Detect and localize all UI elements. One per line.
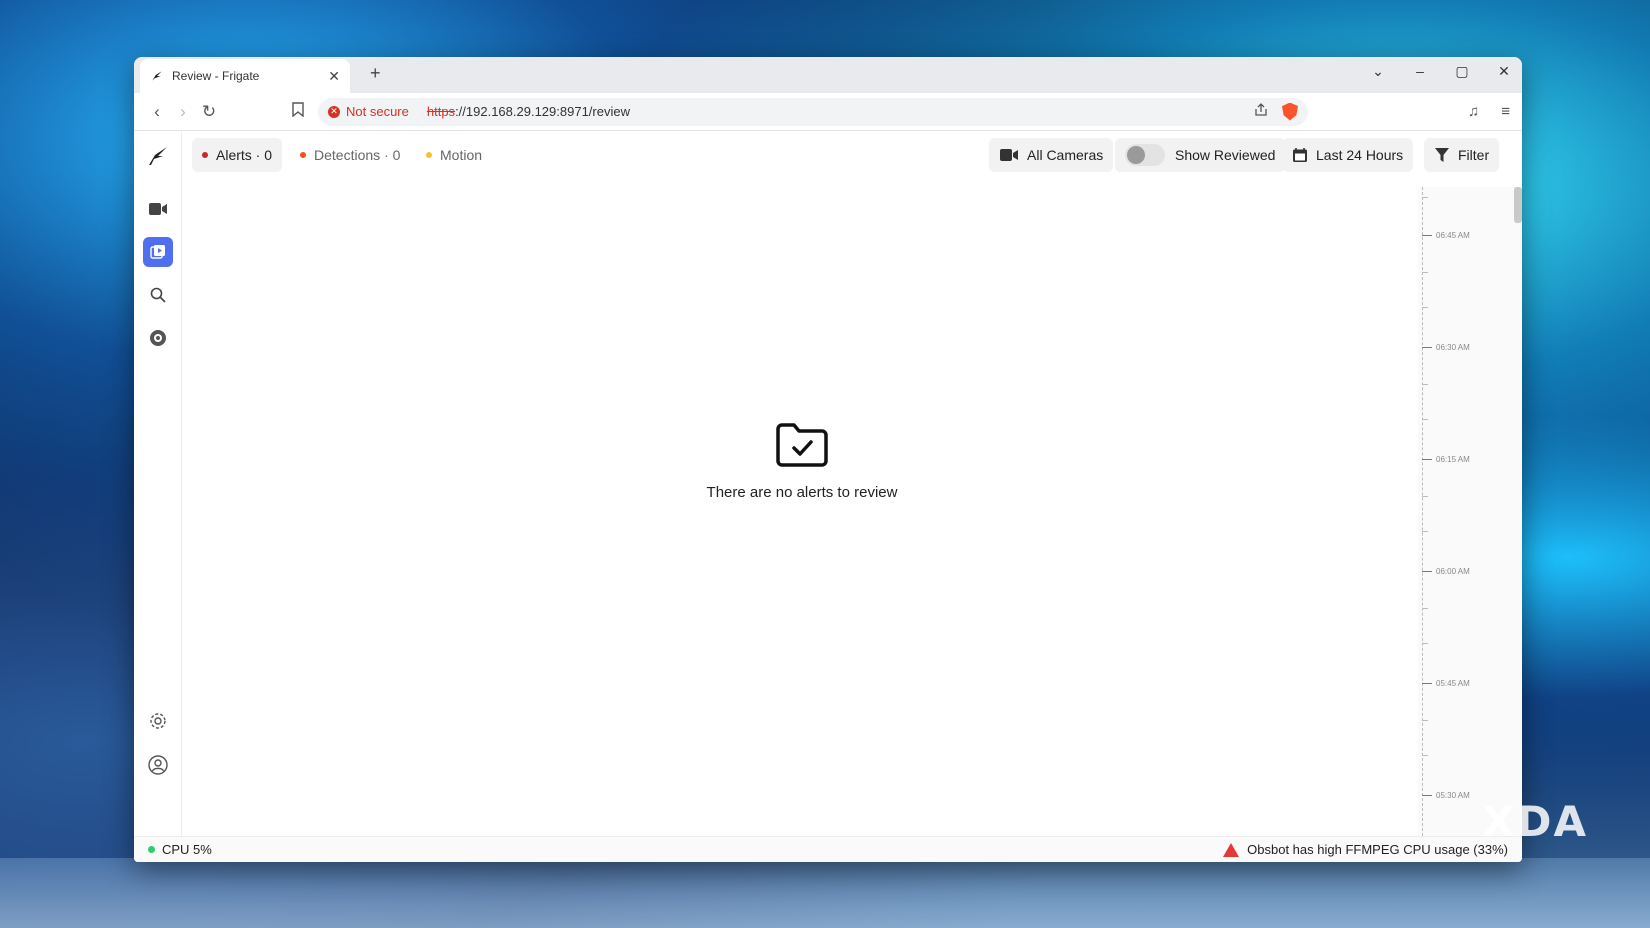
timeline-tick	[1422, 755, 1428, 756]
show-reviewed-toggle[interactable]: Show Reviewed	[1115, 138, 1286, 172]
close-tab-icon[interactable]: ✕	[328, 68, 340, 85]
media-icon[interactable]: ♫	[1468, 103, 1479, 120]
timeline-label: 06:00 AM	[1422, 567, 1470, 576]
review-toolbar: Alerts · 0 Detections · 0 Motion All Cam…	[182, 138, 1522, 174]
url-path: ://192.168.29.129:8971/review	[455, 104, 630, 119]
nav-review-icon[interactable]	[143, 237, 173, 267]
empty-state: There are no alerts to review	[182, 421, 1422, 501]
wallpaper	[0, 858, 1650, 928]
detections-label: Detections · 0	[314, 147, 401, 163]
timeline-tick	[1422, 531, 1428, 532]
timeline-tick	[1422, 307, 1428, 308]
date-range-label: Last 24 Hours	[1316, 147, 1404, 163]
timeline-label: 05:45 AM	[1422, 679, 1470, 688]
date-range-button[interactable]: Last 24 Hours	[1282, 138, 1414, 172]
camera-icon	[1000, 149, 1018, 161]
tab-detections[interactable]: Detections · 0	[290, 138, 410, 172]
timeline-tick	[1422, 197, 1428, 198]
cpu-warning[interactable]: Obsbot has high FFMPEG CPU usage (33%)	[1223, 842, 1508, 857]
toolbar-right: ♫ ≡	[1468, 103, 1510, 120]
xda-watermark: XDA	[1482, 797, 1588, 846]
nav-search-icon[interactable]	[143, 280, 173, 310]
timeline-tick	[1422, 419, 1428, 420]
close-window-icon[interactable]: ✕	[1496, 63, 1512, 80]
browser-toolbar: ‹ › ↻ ✕ Not secure https ://192.168.29.1…	[134, 93, 1522, 131]
timeline-tick	[1422, 272, 1428, 273]
warning-icon	[1223, 842, 1240, 857]
filter-button[interactable]: Filter	[1424, 138, 1500, 172]
nav-live-camera-icon[interactable]	[143, 194, 173, 224]
nav-explore-icon[interactable]	[143, 323, 173, 353]
timeline-tick	[1422, 643, 1428, 644]
timeline-label: 05:30 AM	[1422, 791, 1470, 800]
maximize-icon[interactable]: ▢	[1454, 63, 1470, 80]
motion-dot	[426, 152, 432, 158]
frigate-logo-icon[interactable]	[143, 141, 173, 171]
not-secure-icon: ✕	[328, 105, 340, 118]
bookmark-icon[interactable]	[292, 102, 304, 121]
motion-label: Motion	[440, 147, 483, 163]
tab-motion[interactable]: Motion	[416, 138, 492, 172]
empty-state-text: There are no alerts to review	[706, 484, 898, 501]
tab-review-frigate[interactable]: Review - Frigate ✕	[140, 59, 350, 93]
tab-search-icon[interactable]: ⌄	[1370, 63, 1386, 80]
reload-icon[interactable]: ↻	[196, 102, 222, 122]
account-icon[interactable]	[143, 750, 173, 780]
timeline-scrollbar[interactable]	[1514, 187, 1522, 223]
timeline-tick	[1422, 496, 1428, 497]
timeline-tick	[1422, 608, 1428, 609]
detections-dot	[300, 152, 306, 158]
frigate-favicon-icon	[152, 71, 162, 81]
timeline-tick	[1422, 384, 1428, 385]
filter-label: Filter	[1458, 147, 1490, 163]
tab-strip: Review - Frigate ✕ + ⌄ – ▢ ✕	[134, 57, 1522, 93]
timeline-label: 06:15 AM	[1422, 455, 1470, 464]
folder-check-icon	[776, 423, 828, 467]
all-cameras-label: All Cameras	[1027, 147, 1104, 163]
cpu-label: CPU 5%	[162, 842, 212, 857]
new-tab-button[interactable]: +	[370, 63, 381, 84]
main-content: Alerts · 0 Detections · 0 Motion All Cam…	[182, 131, 1522, 862]
brave-shield-icon[interactable]	[1282, 102, 1298, 121]
tab-title: Review - Frigate	[172, 69, 260, 83]
filter-icon	[1435, 148, 1449, 162]
timeline-label: 06:30 AM	[1422, 343, 1470, 352]
frigate-app: Alerts · 0 Detections · 0 Motion All Cam…	[134, 131, 1522, 862]
status-bar: CPU 5% Obsbot has high FFMPEG CPU usage …	[134, 836, 1522, 862]
show-reviewed-label: Show Reviewed	[1175, 147, 1276, 163]
calendar-icon	[1293, 148, 1307, 162]
timeline-label: 06:45 AM	[1422, 231, 1470, 240]
cpu-status[interactable]: CPU 5%	[148, 842, 212, 857]
window-controls: ⌄ – ▢ ✕	[1370, 63, 1512, 80]
timeline-axis	[1422, 187, 1424, 836]
security-label[interactable]: Not secure	[346, 104, 409, 119]
all-cameras-button[interactable]: All Cameras	[989, 138, 1114, 172]
cpu-ok-dot	[148, 846, 155, 853]
warning-text: Obsbot has high FFMPEG CPU usage (33%)	[1247, 842, 1508, 857]
forward-icon[interactable]: ›	[170, 102, 196, 122]
toggle-switch[interactable]	[1125, 144, 1165, 166]
share-icon[interactable]	[1254, 103, 1268, 120]
tab-alerts[interactable]: Alerts · 0	[192, 138, 283, 172]
menu-icon[interactable]: ≡	[1501, 103, 1510, 120]
settings-icon[interactable]	[143, 706, 173, 736]
back-icon[interactable]: ‹	[144, 102, 170, 122]
browser-window: Review - Frigate ✕ + ⌄ – ▢ ✕ ‹ › ↻ ✕ Not…	[134, 57, 1522, 862]
sidebar	[134, 131, 182, 862]
minimize-icon[interactable]: –	[1412, 63, 1428, 80]
alerts-dot	[202, 152, 208, 158]
timeline-tick	[1422, 720, 1428, 721]
alerts-label: Alerts · 0	[216, 147, 273, 163]
address-bar[interactable]: ✕ Not secure https ://192.168.29.129:897…	[318, 97, 1308, 126]
url-scheme: https	[426, 104, 456, 119]
review-timeline[interactable]: 06:45 AM 06:30 AM 06:15 AM 06:00 AM 05:4…	[1418, 187, 1522, 836]
